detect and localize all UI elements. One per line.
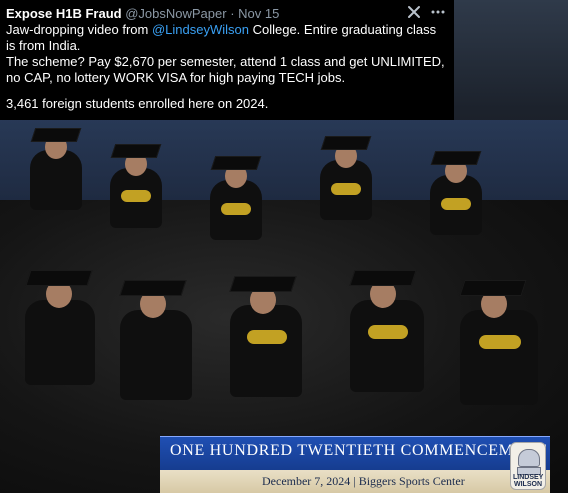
tweet-line-3: The scheme? Pay $2,670 per semester, att…: [6, 54, 445, 69]
graduate-stole: [441, 198, 471, 210]
commencement-title: ONE HUNDRED TWENTIETH COMMENCEMENT: [170, 442, 547, 459]
graduate: [460, 310, 538, 405]
graduation-cap: [25, 270, 93, 286]
commencement-banner: ONE HUNDRED TWENTIETH COMMENCEMENT Decem…: [160, 436, 550, 493]
graduate-stole: [331, 183, 361, 195]
graduate: [350, 300, 424, 392]
graduate-stole: [247, 330, 287, 344]
college-seal: LINDSEY WILSON: [510, 442, 546, 490]
tweet-line-1: Jaw-dropping video from @LindseyWilson C…: [6, 22, 437, 37]
graduation-cap: [229, 276, 297, 292]
tweet-handle: @JobsNowPaper · Nov 15: [125, 6, 280, 21]
graduation-cap: [349, 270, 417, 286]
graduate: [230, 305, 302, 397]
graduation-cap: [210, 156, 262, 170]
graduate: [120, 310, 192, 400]
graduation-cap: [110, 144, 162, 158]
tweet-actions: [406, 4, 450, 22]
graduate-stole: [368, 325, 408, 339]
graduation-cap: [320, 136, 372, 150]
tweet-line-2: is from India.: [6, 38, 81, 53]
tweet-body: Jaw-dropping video from @LindseyWilson C…: [6, 22, 450, 112]
tweet-header: Expose H1B Fraud @JobsNowPaper · Nov 15: [6, 6, 446, 22]
mention-link[interactable]: @LindseyWilson: [152, 22, 249, 37]
seal-text: LINDSEY WILSON: [513, 474, 544, 488]
close-icon[interactable]: [406, 4, 422, 20]
graduate: [30, 150, 82, 210]
seal-dome: [518, 449, 540, 467]
graduation-cap: [459, 280, 527, 296]
graduation-cap: [430, 151, 482, 165]
graduate-stole: [121, 190, 151, 202]
graduate: [25, 300, 95, 385]
tweet-spacer: [6, 86, 450, 96]
screenshot-frame: Expose H1B Fraud @JobsNowPaper · Nov 15 …: [0, 0, 568, 493]
tweet-overlay: Expose H1B Fraud @JobsNowPaper · Nov 15 …: [0, 0, 454, 120]
graduate-stole: [221, 203, 251, 215]
graduation-cap: [119, 280, 187, 296]
commencement-subtitle: December 7, 2024 | Biggers Sports Center: [262, 474, 465, 488]
tweet-line-4: no CAP, no lottery WORK VISA for high pa…: [6, 70, 346, 85]
more-icon[interactable]: [430, 4, 446, 20]
graduation-cap: [30, 128, 82, 142]
tweet-line-5: 3,461 foreign students enrolled here on …: [6, 96, 269, 111]
graduate-stole: [479, 335, 521, 349]
tweet-author[interactable]: Expose H1B Fraud: [6, 6, 122, 21]
